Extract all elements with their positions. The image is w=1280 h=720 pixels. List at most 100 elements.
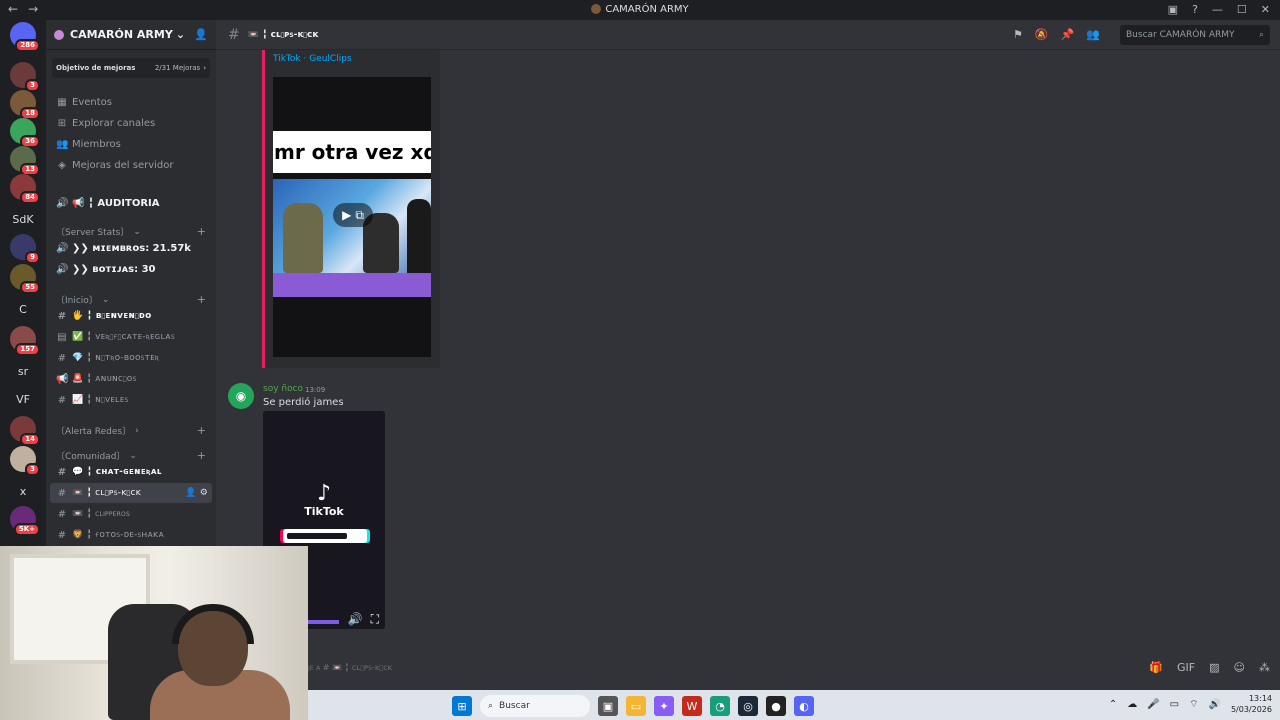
- add-channel-icon[interactable]: +: [197, 225, 206, 238]
- chevron-up-icon[interactable]: ⌃: [1109, 699, 1117, 710]
- pin-icon[interactable]: 📌: [1061, 28, 1075, 41]
- channel-item[interactable]: # 💎 ╏ ɴɪᴛʀᴏ-ʙᴏᴏsᴛᴇʀ: [50, 348, 212, 368]
- play-button[interactable]: ▶ ⧉: [333, 203, 373, 227]
- guild-header[interactable]: CAMARÓN ARMY ⌄ 👤: [46, 20, 216, 50]
- server-icon[interactable]: 3: [10, 62, 40, 92]
- category-comunidad[interactable]: 〔Comunidad〕 ⌄ +: [56, 449, 206, 462]
- channel-type-icon: #: [57, 487, 67, 499]
- embed-provider[interactable]: TikTok · GeulClips: [273, 54, 352, 64]
- emoji-icon[interactable]: ☺: [1234, 661, 1245, 674]
- wifi-icon[interactable]: ⌔: [1189, 698, 1198, 711]
- server-icon[interactable]: SdK: [10, 206, 36, 232]
- channel-item[interactable]: # 📈 ╏ ɴɪᴠᴇʟᴇs: [50, 390, 212, 410]
- sidebar-menu-item[interactable]: 👥 Miembros: [50, 134, 212, 154]
- server-icon[interactable]: 18: [10, 90, 40, 120]
- member-list-icon[interactable]: 👥: [1086, 28, 1100, 41]
- add-channel-icon[interactable]: +: [197, 424, 206, 437]
- sidebar-menu-item[interactable]: ⊞ Explorar canales: [50, 113, 212, 133]
- gift-icon[interactable]: 🎁: [1149, 661, 1163, 674]
- inbox-icon[interactable]: ▣: [1168, 3, 1178, 16]
- channel-label: ❯❯ ᴍɪᴇᴍʙʀᴏs: 21.57k: [72, 242, 191, 254]
- stat-channel[interactable]: 🔊 ❯❯ ᴍɪᴇᴍʙʀᴏs: 21.57k: [50, 238, 212, 258]
- copilot-icon[interactable]: ✦: [654, 696, 674, 716]
- close-button[interactable]: ✕: [1261, 3, 1270, 16]
- category-server-stats[interactable]: 〔Server Stats〕 ⌄ +: [56, 225, 206, 238]
- message-composer[interactable]: saje a # 📼 ╏ ᴄʟɪᴘs-ᴋɪᴄᴋ 🎁 GIF ▨ ☺ ⁂: [300, 656, 1270, 678]
- sticker-icon[interactable]: ▨: [1209, 661, 1219, 674]
- steam-icon[interactable]: ◎: [738, 696, 758, 716]
- category-alerta-redes[interactable]: 〔Alerta Redes〕 › +: [56, 424, 206, 437]
- mention-badge: 55: [20, 281, 40, 294]
- channel-auditoria[interactable]: 🔊 📢 ╏ AUDITORIA: [50, 193, 212, 213]
- server-icon[interactable]: 286: [10, 22, 40, 52]
- server-icon[interactable]: 36: [10, 118, 40, 148]
- search-input[interactable]: Buscar CAMARÓN ARMY ⌕: [1120, 25, 1270, 45]
- avatar[interactable]: ◉: [228, 383, 254, 409]
- server-icon[interactable]: VF: [10, 386, 36, 412]
- message-author[interactable]: soy ñoco: [263, 384, 303, 394]
- wps-icon[interactable]: W: [682, 696, 702, 716]
- menu-icon: ⊞: [57, 117, 67, 129]
- add-channel-icon[interactable]: +: [197, 293, 206, 306]
- fullscreen-icon[interactable]: ⛶: [371, 612, 379, 627]
- video-thumbnail[interactable]: mr otra vez xd ▶ ⧉: [273, 77, 431, 357]
- minimize-button[interactable]: —: [1212, 3, 1223, 16]
- file-explorer-icon[interactable]: ▭: [626, 696, 646, 716]
- server-icon[interactable]: 84: [10, 174, 40, 204]
- maximize-button[interactable]: ☐: [1237, 3, 1247, 16]
- stat-channel[interactable]: 🔊 ❯❯ ʙᴏᴛɪᴊᴀs: 30: [50, 259, 212, 279]
- channel-item[interactable]: 📢 🚨 ╏ ᴀɴᴜɴᴄɪᴏs: [50, 369, 212, 389]
- clock[interactable]: 13:14 5/03/2026: [1231, 693, 1272, 715]
- server-icon[interactable]: 3: [10, 446, 40, 476]
- help-icon[interactable]: ?: [1192, 3, 1198, 16]
- channel-item[interactable]: # 💬 ╏ ᴄʜᴀᴛ-ɢᴇɴᴇʀᴀʟ: [50, 462, 212, 482]
- monitor-icon[interactable]: ▭: [1170, 699, 1179, 710]
- server-icon[interactable]: C: [10, 296, 36, 322]
- taskbar-search[interactable]: ⌕ Buscar: [480, 695, 590, 717]
- mention-badge: 84: [20, 191, 40, 204]
- volume-icon[interactable]: 🔊: [348, 612, 363, 627]
- video-controls: 🔊 ⛶: [348, 612, 379, 627]
- threads-icon[interactable]: ⚑: [1013, 28, 1023, 41]
- channel-type-icon: #: [57, 394, 67, 406]
- server-icon[interactable]: x: [10, 478, 36, 504]
- task-view-icon[interactable]: ▣: [598, 696, 618, 716]
- message-timestamp: 13:09: [305, 386, 326, 394]
- channel-type-icon: #: [57, 310, 67, 322]
- microphone-icon[interactable]: 🎤: [1147, 699, 1159, 710]
- server-icon[interactable]: 9: [10, 234, 40, 264]
- windows-start-icon[interactable]: ⊞: [452, 696, 472, 716]
- channel-settings-icon[interactable]: 👤 ⚙: [185, 488, 208, 498]
- category-label: 〔Server Stats〕: [56, 228, 130, 238]
- channel-item[interactable]: # 🖐 ╏ ʙɪᴇɴᴠᴇɴɪᴅᴏ: [50, 306, 212, 326]
- apps-icon[interactable]: ⁂: [1259, 661, 1270, 674]
- sidebar-menu-item[interactable]: ▦ Eventos: [50, 92, 212, 112]
- add-user-icon[interactable]: 👤: [194, 28, 208, 41]
- category-inicio[interactable]: 〔Inicio〕 ⌄ +: [56, 293, 206, 306]
- channel-item[interactable]: # 📼 ╏ clipperos: [50, 504, 212, 524]
- message-content: Se perdió james: [263, 397, 344, 408]
- menu-icon: ◈: [58, 159, 66, 171]
- edge-icon[interactable]: ◔: [710, 696, 730, 716]
- mute-icon[interactable]: 🔕: [1035, 28, 1049, 41]
- volume-icon[interactable]: 🔊: [1209, 699, 1221, 710]
- server-icon[interactable]: 14: [10, 416, 40, 446]
- add-channel-icon[interactable]: +: [197, 449, 206, 462]
- server-icon[interactable]: 13: [10, 146, 40, 176]
- channel-item[interactable]: ▤ ✅ ╏ ᴠᴇʀɪғɪᴄᴀᴛᴇ-ʀᴇɢʟᴀs: [50, 327, 212, 347]
- window-title-text: CAMARÓN ARMY: [605, 4, 689, 15]
- server-icon[interactable]: sr: [10, 358, 36, 384]
- server-icon[interactable]: 157: [10, 326, 40, 356]
- server-label: C: [19, 302, 27, 316]
- sidebar-menu-item[interactable]: ◈ Mejoras del servidor: [50, 155, 212, 175]
- channel-item[interactable]: # 📼 ╏ ᴄʟɪᴘs-ᴋɪᴄᴋ 👤 ⚙: [50, 483, 212, 503]
- server-icon[interactable]: 55: [10, 264, 40, 294]
- server-icon[interactable]: 5K+: [10, 506, 40, 536]
- obs-icon[interactable]: ●: [766, 696, 786, 716]
- gif-icon[interactable]: GIF: [1177, 661, 1195, 674]
- channel-item[interactable]: # 🦁 ╏ ғᴏᴛᴏs-ᴅᴇ-sʜᴀᴋᴀ: [50, 525, 212, 545]
- cloud-icon[interactable]: ☁: [1127, 699, 1137, 710]
- boost-goal[interactable]: Objetivo de mejoras 2/31 Mejoras ›: [52, 58, 210, 78]
- chevron-down-icon: ⌄: [101, 294, 110, 305]
- discord-icon[interactable]: ◐: [794, 696, 814, 716]
